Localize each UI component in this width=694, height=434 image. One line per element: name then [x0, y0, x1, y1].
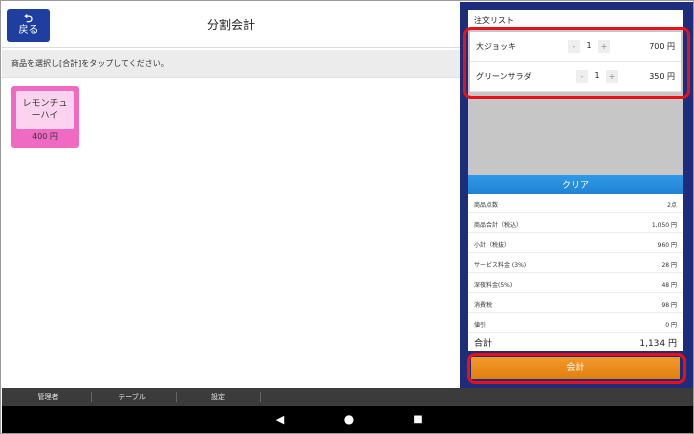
page-title: 分割会計 [206, 18, 255, 32]
product-price: 400 円 [32, 132, 58, 141]
total-value: 1,134 円 [639, 339, 677, 349]
total-row: 合計 1,134 円 [468, 334, 683, 351]
summary-row: 商品点数 2点 [468, 194, 683, 213]
summary-label: 商品合計（税込） [474, 222, 523, 229]
android-home-icon[interactable]: ● [337, 406, 361, 433]
android-recent-icon[interactable]: ■ [406, 406, 430, 433]
total-label: 合計 [474, 339, 493, 349]
order-items-highlight [463, 27, 690, 99]
summary-row: 商品合計（税込） 1,050 円 [468, 214, 683, 233]
summary-value: 28 円 [661, 262, 677, 269]
nav-divider [91, 392, 92, 402]
nav-divider [260, 392, 261, 402]
checkout-highlight [467, 353, 686, 384]
split-checkout-screen: ⮌ 戻る 分割会計 商品を選択し[合計]をタップしてください。 レモンチュ ーハ… [0, 0, 694, 434]
summary-value: 1,050 円 [651, 222, 677, 229]
summary-row: サービス料金 (3%) 28 円 [468, 254, 683, 273]
summary-row: 深夜料金(5%) 48 円 [468, 274, 683, 293]
instruction-text: 商品を選択し[合計]をタップしてください。 [11, 59, 169, 68]
nav-table[interactable]: テーブル [104, 388, 160, 406]
nav-settings[interactable]: 設定 [190, 388, 246, 406]
product-name-line2: ーハイ [31, 111, 59, 121]
android-nav-bar: ◀ ● ■ [2, 406, 693, 433]
summary-value: 960 円 [657, 242, 677, 249]
summary-row: 消費税 98 円 [468, 294, 683, 313]
summary-label: サービス料金 (3%) [474, 262, 527, 269]
order-list-title: 注文リスト [474, 16, 514, 25]
summary-label: 深夜料金(5%) [474, 282, 513, 289]
summary-row: 小計（税抜） 960 円 [468, 234, 683, 253]
product-tile-lemon-chuhai[interactable]: レモンチュ ーハイ 400 円 [11, 86, 79, 148]
android-back-icon[interactable]: ◀ [268, 406, 292, 433]
summary-label: 消費税 [474, 302, 493, 309]
summary-value: 2点 [667, 202, 677, 209]
summary-value: 98 円 [661, 302, 677, 309]
product-pane: ⮌ 戻る 分割会計 商品を選択し[合計]をタップしてください。 レモンチュ ーハ… [2, 2, 460, 388]
bottom-nav: 管理者 テーブル 設定 [2, 388, 693, 406]
summary-label: 商品点数 [474, 202, 499, 209]
nav-divider [176, 392, 177, 402]
summary-label: 値引 [474, 322, 487, 329]
product-name-line1: レモンチュ [22, 99, 68, 109]
summary-value: 48 円 [661, 282, 677, 289]
summary-value: 0 円 [665, 322, 677, 329]
header-bar: ⮌ 戻る 分割会計 [2, 2, 460, 48]
nav-admin[interactable]: 管理者 [20, 388, 76, 406]
summary-panel: 商品点数 2点 商品合計（税込） 1,050 円 小計（税抜） 960 円 サー… [468, 194, 683, 351]
instruction-bar: 商品を選択し[合計]をタップしてください。 [2, 50, 460, 78]
product-name-box: レモンチュ ーハイ [16, 91, 74, 129]
summary-row: 値引 0 円 [468, 314, 683, 333]
summary-label: 小計（税抜） [474, 242, 511, 249]
